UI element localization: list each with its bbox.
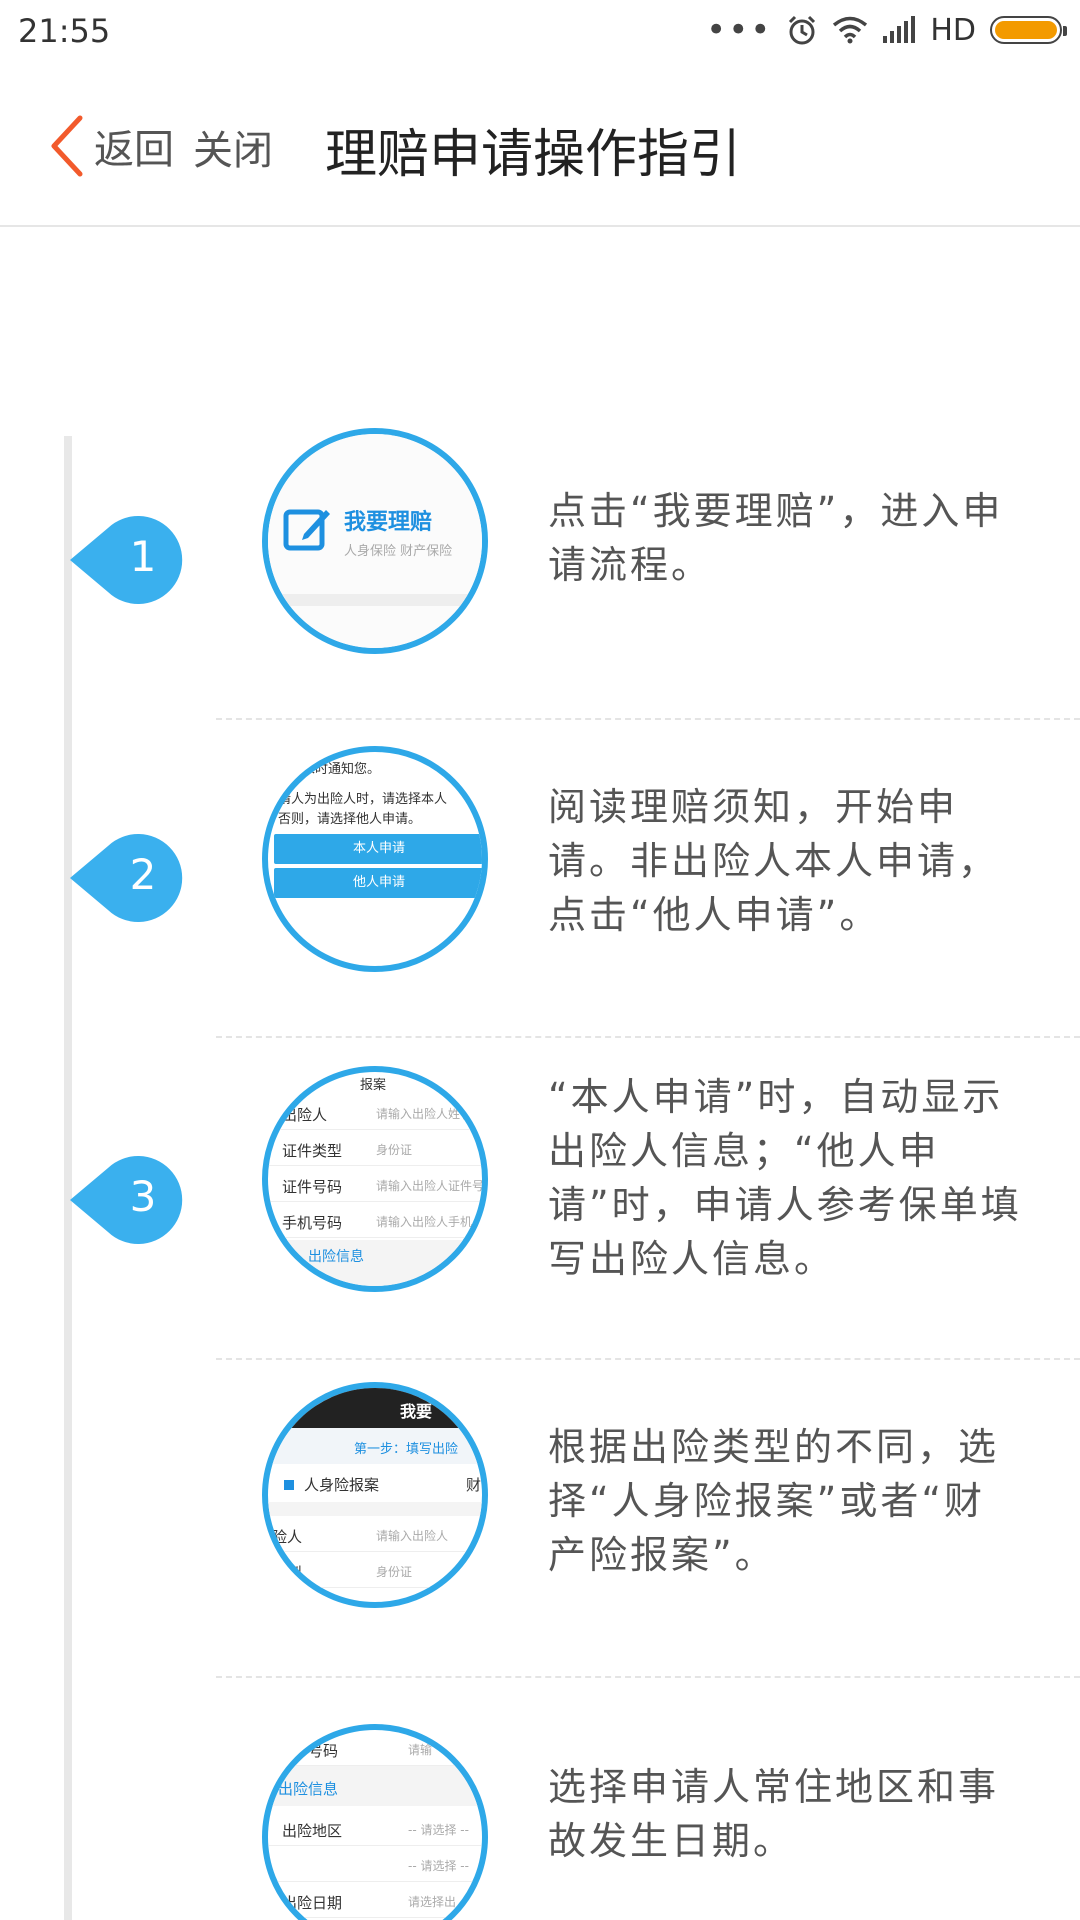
step-thumbnail-2: 宋时通知您。 请人为出险人时，请选择本人 否则，请选择他人申请。 本人申请 他人… (262, 746, 488, 972)
status-time: 21:55 (18, 12, 111, 50)
thumb-subtitle: 人身保险 财产保险 (344, 544, 453, 559)
step-divider (216, 718, 1080, 720)
step-thumbnail-1: 我要理赔 人身保险 财产保险 (262, 428, 488, 654)
wifi-icon (833, 16, 868, 44)
status-bar: 21:55 ••• HD (0, 0, 1080, 62)
signal-icon (883, 16, 916, 43)
thumb-text: 宋时通知您。 (302, 762, 381, 777)
more-dots-icon: ••• (706, 10, 773, 50)
step-number: 3 (129, 1172, 157, 1221)
step-number: 2 (129, 850, 157, 899)
nav-bar: 返回 关闭 理赔申请操作指引 (0, 62, 1080, 227)
step-description-5: 选择申请人常住地区和事故发生日期。 (548, 1765, 1000, 1863)
step-badge-2: 2 (66, 832, 190, 924)
thumb-title: 我要理赔 (344, 510, 433, 535)
step-description-3: “本人申请”时，自动显示出险人信息；“他人申请”时，申请人参考保单填写出险人信息… (548, 1075, 1022, 1281)
edit-icon (283, 509, 330, 551)
page-title: 理赔申请操作指引 (325, 125, 742, 185)
step-description-2: 阅读理赔须知，开始申请。非出险人本人申请，点击“他人申请”。 (548, 785, 1000, 937)
step-divider (216, 1676, 1080, 1678)
thumb-text: 否则，请选择他人申请。 (278, 812, 422, 827)
thumb-self-apply-button: 本人申请 (274, 834, 482, 864)
chevron-left-icon (51, 115, 83, 177)
step-badge-1: 1 (66, 514, 190, 606)
back-button[interactable]: 返回 (46, 110, 174, 182)
battery-icon (990, 16, 1067, 44)
step-divider (216, 1036, 1080, 1038)
step-number: 1 (129, 532, 157, 581)
step-badge-3: 3 (66, 1154, 190, 1246)
step-thumbnail-4: 我要 第一步：填写出险 人身险报案 财 险人 请输入出险人 类型 身份证 (262, 1382, 488, 1608)
step-description-4: 根据出险类型的不同，选择“人身险报案”或者“财产险报案”。 (548, 1425, 1000, 1577)
network-type: HD (930, 12, 976, 48)
thumb-text: 请人为出险人时，请选择本人 (278, 792, 448, 807)
alarm-icon (789, 15, 816, 45)
step-description-1: 点击“我要理赔”，进入申请流程。 (548, 489, 1004, 587)
close-button[interactable]: 关闭 (193, 118, 273, 176)
battery-level (995, 21, 1057, 39)
back-label: 返回 (94, 127, 174, 173)
thumb-header: 报案 (360, 1078, 387, 1093)
status-icons: ••• HD (706, 10, 1067, 50)
thumb-section: 出险信息 (308, 1249, 364, 1265)
step-thumbnail-5: 号码 请输 出险信息 出险地区 -- 请选择 -- -- 请选择 -- 出险日期 请选… (262, 1724, 488, 1920)
thumb-other-apply-button: 他人申请 (274, 868, 482, 898)
step-thumbnail-3: 报案 出险人 请输入出险人姓名 证件类型 身份证 证件号码 请输入出险人证件号 手机号… (262, 1066, 488, 1292)
step-divider (216, 1358, 1080, 1360)
